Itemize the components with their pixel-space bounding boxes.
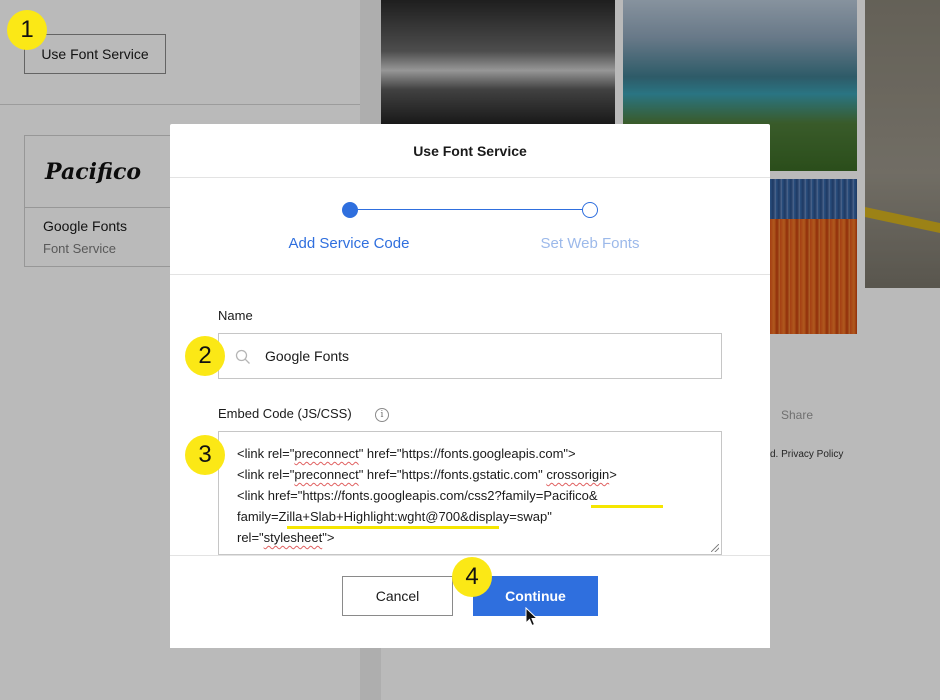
highlight-underline-zilla [287,526,499,529]
cancel-button[interactable]: Cancel [342,576,453,616]
callout-badge-2: 2 [185,336,225,376]
highlight-underline-pacifico [591,505,663,508]
name-field-label: Name [218,308,253,323]
code-line-5: rel="stylesheet"> [237,530,335,545]
code-token-preconnect-2: preconnect [294,467,359,482]
callout-badge-4: 4 [452,557,492,597]
code-token-pacifico: Pacifico& [543,488,598,503]
step-1-indicator [342,202,358,218]
info-icon[interactable]: i [375,408,389,422]
mouse-pointer-icon [525,606,539,632]
code-token-crossorigin: crossorigin [546,467,610,482]
code-token-preconnect: preconnect [294,446,359,461]
code-line-3: <link href="https://fonts.googleapis.com… [237,488,598,503]
code-line-4: family=Zilla+Slab+Highlight:wght@700&dis… [237,509,552,524]
resize-handle-icon[interactable] [711,544,719,552]
name-input[interactable]: Google Fonts [218,333,722,379]
step-add-service-code[interactable]: Add Service Code [249,235,449,252]
step-2-indicator [582,202,598,218]
name-input-value: Google Fonts [265,348,350,364]
stepper: Add Service Code Set Web Fonts [170,178,770,275]
callout-badge-3: 3 [185,435,225,475]
code-token-stylesheet: stylesheet [263,530,323,545]
code-line-1: <link rel="preconnect" href="https://fon… [237,446,576,461]
callout-badge-1: 1 [7,10,47,50]
search-icon [235,349,251,370]
embed-code-textarea[interactable]: <link rel="preconnect" href="https://fon… [218,431,722,555]
stepper-connector [350,209,590,210]
embed-code-label: Embed Code (JS/CSS) [218,406,352,421]
code-line-2: <link rel="preconnect" href="https://fon… [237,467,617,482]
step-set-web-fonts[interactable]: Set Web Fonts [490,235,690,252]
code-token-zilla: Zilla+Slab+Highlight:wght@700 [278,509,461,524]
dialog-title: Use Font Service [170,124,770,178]
